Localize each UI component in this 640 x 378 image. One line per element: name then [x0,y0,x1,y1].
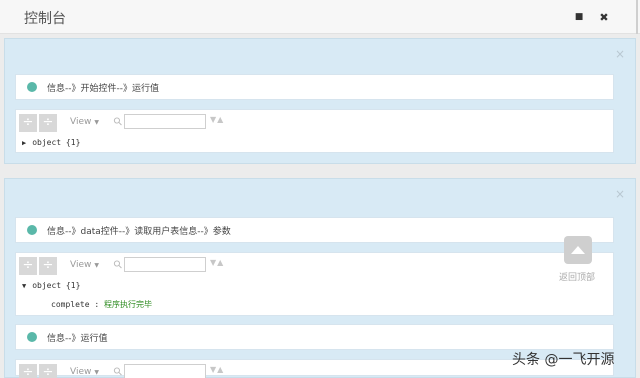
watermark: 头条 @一飞开源 [512,352,615,368]
close-icon: ✖ [599,10,609,24]
status-dot-icon [27,332,37,342]
log-panel: × 信息--》开始控件--》运行值 ÷ ÷ View ▼ ⚲ ▼▲ ▶ object… [4,38,636,164]
property-value: 程序执行完毕 [103,300,152,309]
view-label: View [70,260,92,270]
view-label: View [70,367,92,377]
back-to-top-label[interactable]: 返回顶部 [559,270,595,283]
stop-button[interactable]: ■ [570,8,588,26]
caret-down-icon: ▼ [94,262,99,269]
panel-close-icon[interactable]: × [615,187,625,201]
expand-icon: ▶ [22,139,27,147]
close-console-button[interactable]: ✖ [595,8,613,26]
back-to-top-button[interactable] [564,236,592,264]
object-node[interactable]: ▼ object {1} [22,281,80,290]
expand-all-icon[interactable]: ÷ [19,257,37,275]
info-text: 信息--》运行值 [47,334,108,344]
search-input[interactable] [124,114,206,129]
stop-icon: ■ [574,12,584,22]
console-header: 控制台 ■ ✖ [0,0,640,34]
arrow-up-icon [571,246,585,254]
object-label: object {1} [32,138,81,147]
status-dot-icon [27,82,37,92]
page-title: 控制台 [24,11,66,27]
view-dropdown[interactable]: View ▼ [70,260,99,270]
inspector-row: ÷ ÷ View ▼ ⚲ ▼▲ ▶ object {1} [15,109,614,153]
info-row: 信息--》开始控件--》运行值 [15,74,614,100]
log-panel: × 信息--》data控件--》读取用户表信息--》参数 ÷ ÷ View ▼ ⚲… [4,178,636,378]
collapse-all-icon[interactable]: ÷ [39,257,57,275]
collapse-all-icon[interactable]: ÷ [39,364,57,378]
property-key: complete [51,300,90,309]
view-dropdown[interactable]: View ▼ [70,117,99,127]
info-row: 信息--》运行值 [15,324,614,350]
info-row: 信息--》data控件--》读取用户表信息--》参数 [15,217,614,243]
inspector-row: ÷ ÷ View ▼ ⚲ ▼▲ ▼ object {1} complete : 程序… [15,252,614,316]
object-node[interactable]: ▶ object {1} [22,138,80,147]
view-dropdown[interactable]: View ▼ [70,367,99,377]
expand-all-icon[interactable]: ÷ [19,364,37,378]
collapse-all-icon[interactable]: ÷ [39,114,57,132]
expand-all-icon[interactable]: ÷ [19,114,37,132]
search-nav-icon[interactable]: ▼▲ [210,258,224,267]
caret-down-icon: ▼ [94,369,99,376]
object-label: object {1} [32,281,81,290]
search-nav-icon[interactable]: ▼▲ [210,365,224,374]
search-nav-icon[interactable]: ▼▲ [210,115,224,124]
search-input[interactable] [124,364,206,378]
info-text: 信息--》data控件--》读取用户表信息--》参数 [47,227,231,237]
info-text: 信息--》开始控件--》运行值 [47,84,159,94]
scrollbar-edge [636,0,638,34]
status-dot-icon [27,225,37,235]
collapse-icon: ▼ [22,282,27,290]
search-input[interactable] [124,257,206,272]
view-label: View [70,117,92,127]
object-property: complete : 程序执行完毕 [51,300,152,309]
caret-down-icon: ▼ [94,119,99,126]
panel-close-icon[interactable]: × [615,47,625,61]
